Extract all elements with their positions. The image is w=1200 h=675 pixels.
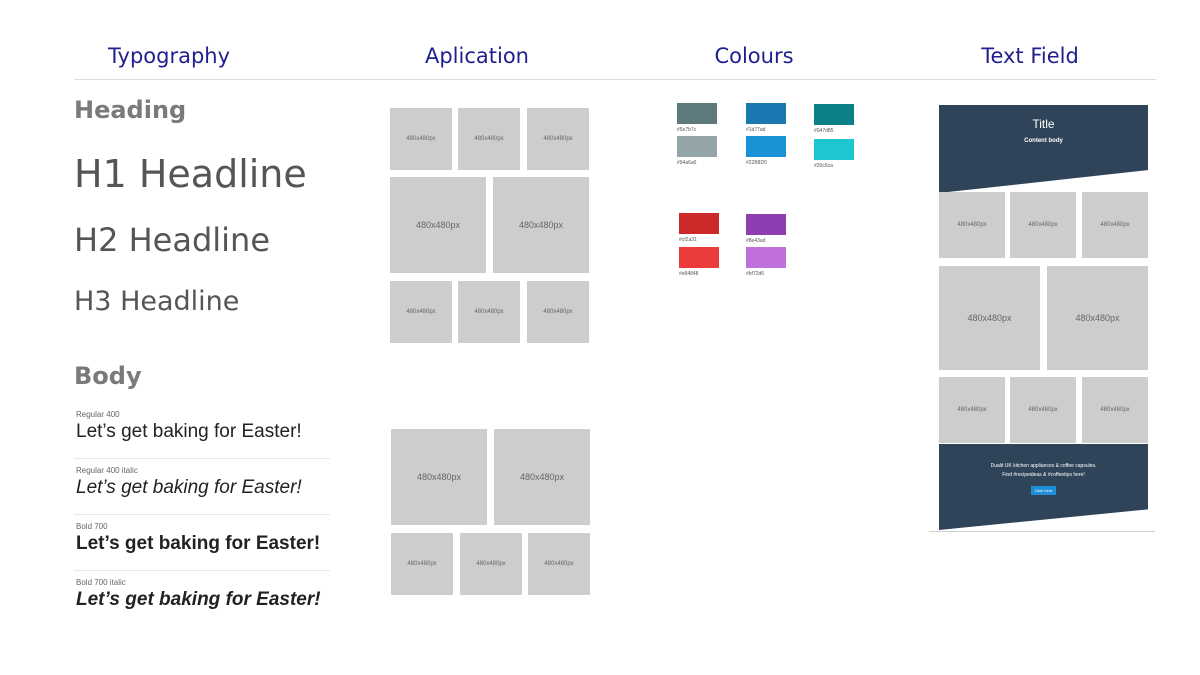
colour-swatch bbox=[814, 139, 854, 160]
image-placeholder: 480x480px bbox=[939, 266, 1040, 370]
body-sample-label: Regular 400 italic bbox=[76, 466, 138, 475]
colour-swatch bbox=[679, 247, 719, 268]
colour-swatch bbox=[746, 103, 786, 124]
image-placeholder: 480x480px bbox=[1010, 192, 1076, 258]
colour-swatch-label: #20c6ca bbox=[814, 163, 833, 169]
body-sample-text: Let’s get baking for Easter! bbox=[76, 589, 321, 610]
body-sample-bold: Bold 700 Let’s get baking for Easter! bbox=[74, 522, 330, 571]
image-placeholder: 480x480px bbox=[939, 192, 1005, 258]
image-placeholder: 480x480px bbox=[1082, 377, 1148, 443]
colour-swatch-label: #94a6a6 bbox=[677, 160, 697, 166]
heading-section-label: Heading bbox=[74, 96, 187, 124]
image-placeholder: 480x480px bbox=[458, 281, 520, 343]
footer-text-line: Dualit UK kitchen appliances & coffee ca… bbox=[990, 463, 1097, 469]
body-sample-bold-italic: Bold 700 italic Let’s get baking for Eas… bbox=[74, 578, 330, 626]
text-field-mockup: Title Content body 480x480px 480x480px 4… bbox=[939, 105, 1148, 530]
image-placeholder: 480x480px bbox=[1082, 192, 1148, 258]
image-placeholder: 480x480px bbox=[390, 281, 452, 343]
body-section-label: Body bbox=[74, 362, 142, 390]
colour-swatch-label: #cf2a31 bbox=[679, 237, 697, 243]
column-title-colours: Colours bbox=[714, 44, 794, 68]
colour-swatch bbox=[746, 136, 786, 157]
header-divider bbox=[74, 79, 1156, 80]
image-placeholder: 480x480px bbox=[391, 533, 453, 595]
column-title-text-field: Text Field bbox=[981, 44, 1079, 68]
image-placeholder: 480x480px bbox=[1010, 377, 1076, 443]
colour-swatch-label: #5e7b7c bbox=[677, 127, 697, 133]
body-sample-text: Let’s get baking for Easter! bbox=[76, 533, 321, 554]
text-field-subtitle: Content body bbox=[1024, 138, 1063, 144]
body-sample-label: Bold 700 italic bbox=[76, 578, 126, 587]
text-field-footer: Dualit UK kitchen appliances & coffee ca… bbox=[939, 444, 1148, 530]
colour-swatch-label: #22B8D5 bbox=[746, 160, 767, 166]
image-placeholder: 480x480px bbox=[390, 177, 486, 273]
column-title-application: Aplication bbox=[424, 44, 529, 68]
body-sample-text: Let’s get baking for Easter! bbox=[76, 421, 302, 442]
h2-sample: H2 Headline bbox=[74, 221, 271, 259]
colour-swatch-label: #e84848 bbox=[679, 271, 699, 277]
click-here-button[interactable]: Click here bbox=[1031, 486, 1056, 495]
body-sample-label: Regular 400 bbox=[76, 410, 120, 419]
colour-swatch-label: #1d77ad bbox=[746, 127, 766, 133]
column-title-typography: Typography bbox=[107, 44, 231, 68]
image-placeholder: 480x480px bbox=[458, 108, 520, 170]
image-placeholder: 480x480px bbox=[939, 377, 1005, 443]
image-placeholder: 480x480px bbox=[493, 177, 589, 273]
colour-swatch bbox=[679, 213, 719, 234]
h1-sample: H1 Headline bbox=[74, 152, 307, 196]
colour-swatch bbox=[746, 247, 786, 268]
colour-swatch bbox=[814, 104, 854, 125]
colour-swatch-label: #bf72d6 bbox=[746, 271, 765, 277]
footer-text: Dualit UK kitchen appliances & coffee ca… bbox=[959, 462, 1128, 480]
colour-swatch-label: #8e43ad bbox=[746, 238, 766, 244]
image-placeholder: 480x480px bbox=[494, 429, 590, 525]
image-placeholder: 480x480px bbox=[528, 533, 590, 595]
body-sample-regular: Regular 400 Let’s get baking for Easter! bbox=[74, 410, 330, 459]
image-placeholder: 480x480px bbox=[527, 108, 589, 170]
image-placeholder: 480x480px bbox=[1047, 266, 1148, 370]
colour-swatch bbox=[677, 103, 717, 124]
text-field-divider bbox=[929, 531, 1155, 532]
h3-sample: H3 Headline bbox=[74, 286, 240, 317]
text-field-title: Title bbox=[1032, 117, 1055, 131]
colour-swatch-label: #047d85 bbox=[814, 128, 834, 134]
body-sample-label: Bold 700 bbox=[76, 522, 108, 531]
colour-swatch bbox=[746, 214, 786, 235]
image-placeholder: 480x480px bbox=[527, 281, 589, 343]
colour-swatch bbox=[677, 136, 717, 157]
image-placeholder: 480x480px bbox=[391, 429, 487, 525]
body-sample-text: Let’s get baking for Easter! bbox=[76, 477, 302, 498]
body-sample-regular-italic: Regular 400 italic Let’s get baking for … bbox=[74, 466, 330, 515]
image-placeholder: 480x480px bbox=[390, 108, 452, 170]
footer-text-line: Find #recipeideas & #coffeetips here! bbox=[1002, 472, 1085, 478]
image-placeholder: 480x480px bbox=[460, 533, 522, 595]
